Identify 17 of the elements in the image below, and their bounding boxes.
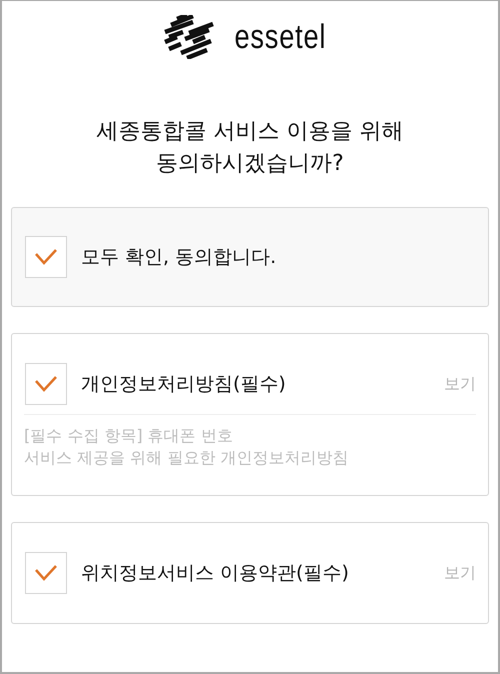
- checkmark-icon: [35, 565, 57, 581]
- detail-text: 서비스 제공을 위해 필요한 개인정보처리방침: [24, 447, 350, 469]
- checkmark-icon: [35, 249, 57, 265]
- agree-all-label: 모두 확인, 동의합니다.: [81, 245, 278, 270]
- checkbox[interactable]: [25, 363, 67, 405]
- view-link[interactable]: 보기: [444, 562, 476, 584]
- checkbox[interactable]: [25, 236, 67, 278]
- logo-wordmark: essetel: [234, 20, 326, 54]
- agreement-label: 위치정보서비스 이용약관(필수): [81, 561, 350, 586]
- heading-text: 세종통합콜 서비스 이용을 위해: [96, 118, 404, 146]
- detail-text: [필수 수집 항목] 휴대폰 번호: [24, 425, 234, 447]
- heading-text: 동의하시겠습니까?: [155, 150, 345, 178]
- agreement-label: 개인정보처리방침(필수): [81, 372, 287, 397]
- logo-icon: [162, 15, 215, 59]
- view-link[interactable]: 보기: [444, 374, 476, 394]
- checkbox[interactable]: [25, 552, 67, 594]
- checkmark-icon: [35, 376, 57, 392]
